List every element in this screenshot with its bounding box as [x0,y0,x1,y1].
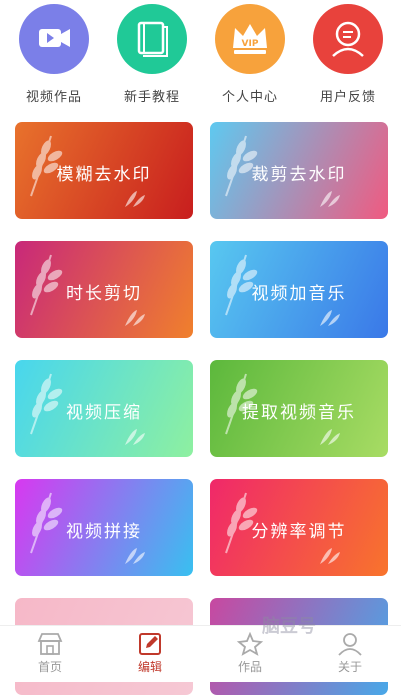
leaf-icon [125,191,145,207]
tool-card-label: 时长剪切 [66,284,142,304]
tool-card[interactable]: 视频压缩 [15,360,193,457]
shortcut-label: 用户反馈 [319,90,376,105]
tool-card-label: 视频拼接 [66,522,142,542]
bottom-nav: 首页 编辑 作品 关于 [0,625,401,682]
person-icon [338,633,362,656]
leaf-icon [320,548,340,564]
shortcut-personal-center[interactable]: VIP 个人中心 [201,4,299,108]
shortcut-video-works[interactable]: 视频作品 [5,4,103,108]
video-icon [19,4,89,74]
tool-card[interactable]: 模糊去水印 [15,122,193,219]
feedback-person-icon [313,4,383,74]
nav-works[interactable]: 作品 [200,632,300,675]
nav-home[interactable]: 首页 [0,632,100,675]
leaf-icon [125,548,145,564]
nav-edit[interactable]: 编辑 [100,632,200,675]
tool-card[interactable]: 时长剪切 [15,241,193,338]
vip-crown-icon: VIP [215,4,285,74]
tool-card-label: 视频加音乐 [251,284,347,304]
shortcut-label: 个人中心 [221,90,278,105]
leaf-icon [320,310,340,326]
tool-card-label: 分辨率调节 [251,522,347,542]
edit-icon [139,633,161,655]
leaf-icon [125,310,145,326]
tool-card[interactable]: 分辨率调节 [210,479,388,576]
shortcut-label: 新手教程 [123,90,180,105]
tool-card-label: 提取视频音乐 [242,403,356,423]
nav-label: 关于 [337,660,362,674]
nav-about[interactable]: 关于 [300,632,400,675]
watermark: 脑豆号 [262,616,316,637]
nav-label: 首页 [37,660,62,674]
nav-label: 编辑 [137,660,162,674]
tool-card[interactable]: 提取视频音乐 [210,360,388,457]
tool-card[interactable]: 视频加音乐 [210,241,388,338]
book-icon [117,4,187,74]
home-shop-icon [37,633,63,655]
leaf-icon [125,429,145,445]
tool-card[interactable]: 视频拼接 [15,479,193,576]
shortcut-tutorial[interactable]: 新手教程 [103,4,201,108]
leaf-icon [320,429,340,445]
top-shortcuts: 视频作品 新手教程 VIP 个人中心 用户反馈 [0,0,401,110]
shortcut-label: 视频作品 [25,90,82,105]
tool-card-label: 模糊去水印 [56,165,152,185]
nav-label: 作品 [237,660,262,674]
leaf-icon [320,191,340,207]
tool-card[interactable]: 裁剪去水印 [210,122,388,219]
shortcut-feedback[interactable]: 用户反馈 [299,4,397,108]
tool-card-label: 裁剪去水印 [251,165,347,185]
svg-text:VIP: VIP [242,39,259,49]
tool-card-label: 视频压缩 [66,403,142,423]
works-icon [236,632,264,656]
